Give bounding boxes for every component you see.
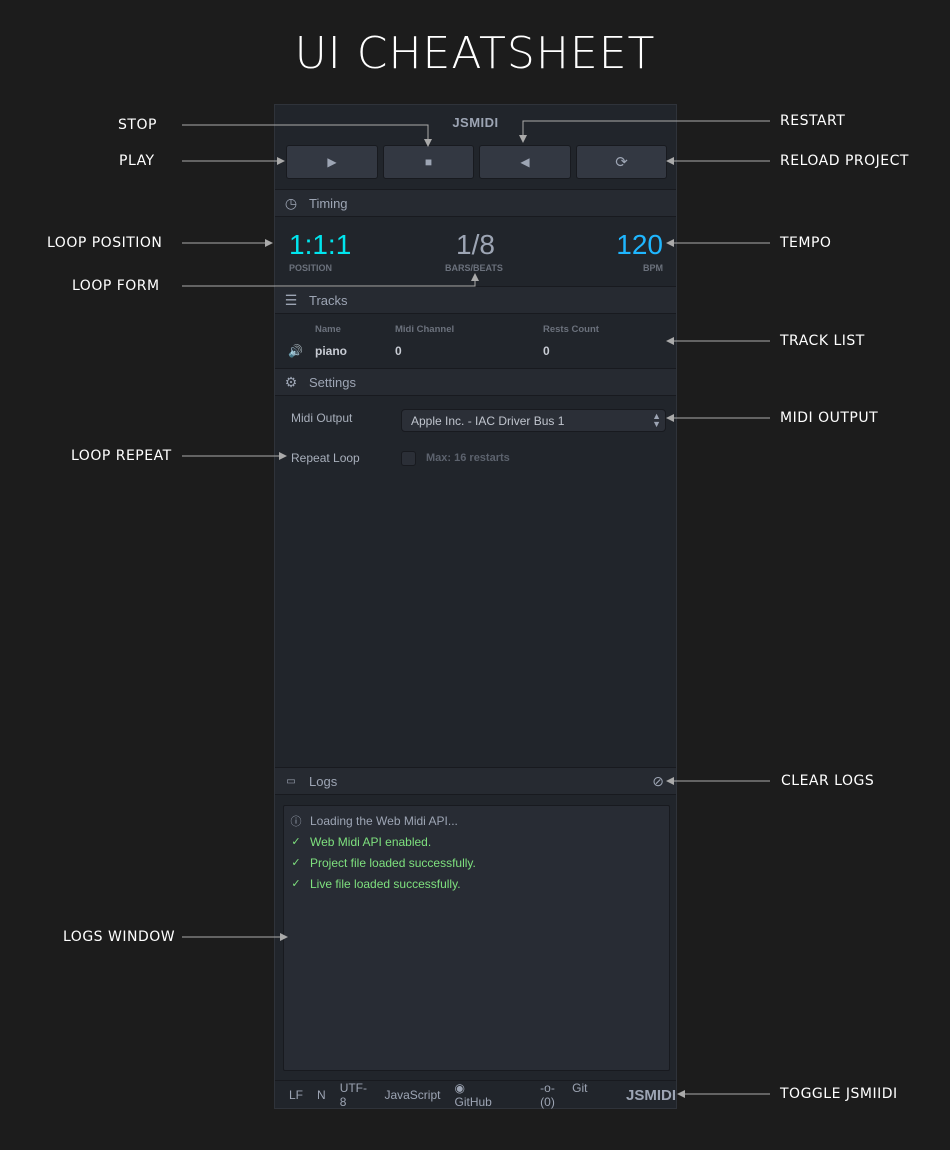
settings-title: Settings: [309, 374, 356, 390]
annotation-track-list: TRACK LIST: [780, 333, 865, 349]
updown-icon: ▲ ▼: [652, 411, 661, 429]
log-entry: ✓ Live file loaded successfully.: [290, 873, 663, 894]
repeat-loop-checkbox[interactable]: [401, 451, 416, 466]
annotation-toggle: TOGGLE JSMIIDI: [780, 1086, 898, 1102]
restart-button[interactable]: ◀: [479, 145, 571, 179]
log-entry: ✓ Project file loaded successfully.: [290, 852, 663, 873]
log-text: Project file loaded successfully.: [310, 855, 476, 870]
language-indicator[interactable]: JavaScript: [384, 1088, 440, 1102]
position-label: POSITION: [289, 263, 333, 273]
check-icon: ✓: [291, 857, 301, 869]
log-entry: ✓ Web Midi API enabled.: [290, 831, 663, 852]
annotation-loop-repeat: LOOP REPEAT: [71, 448, 172, 464]
github-icon: ◉: [454, 1081, 465, 1095]
loop-position: 1:1:1: [289, 229, 352, 260]
reload-icon: ⟳: [615, 154, 628, 171]
annotation-loop-form: LOOP FORM: [72, 278, 160, 294]
list-icon: ☰: [284, 291, 298, 308]
reload-project-button[interactable]: ⟳: [576, 145, 667, 179]
settings-header: ⚙ Settings: [275, 368, 676, 396]
bpm-label: BPM: [643, 263, 663, 273]
restart-icon: ◀: [520, 155, 530, 169]
clock-icon: ◷: [284, 194, 298, 211]
annotation-reload: RELOAD PROJECT: [780, 153, 909, 169]
play-button[interactable]: ▶: [286, 145, 378, 179]
tracks-title: Tracks: [309, 292, 348, 308]
log-text: Live file loaded successfully.: [310, 876, 461, 891]
annotation-tempo: TEMPO: [780, 235, 832, 251]
speaker-icon[interactable]: 🔊: [288, 344, 303, 358]
col-name: Name: [315, 324, 341, 335]
encoding-indicator[interactable]: UTF-8: [340, 1081, 371, 1109]
app-logo: JSMIDI: [452, 115, 499, 130]
terminal-icon: ▭: [286, 775, 296, 787]
n-indicator[interactable]: N: [317, 1088, 326, 1102]
annotation-loop-position: LOOP POSITION: [47, 235, 163, 251]
github-label: GitHub: [454, 1095, 492, 1109]
logs-title: Logs: [309, 773, 338, 789]
track-channel: 0: [395, 344, 402, 358]
stop-icon: ■: [424, 155, 433, 169]
tempo: 120: [616, 229, 663, 260]
midi-output-select[interactable]: Apple Inc. - IAC Driver Bus 1 ▲ ▼: [401, 409, 666, 432]
clear-logs-icon[interactable]: ⊘: [652, 773, 664, 790]
annotation-restart: RESTART: [780, 113, 846, 129]
annotation-clear-logs: CLEAR LOGS: [781, 773, 875, 789]
jsmidi-panel: JSMIDI ▶ ■ ◀ ⟳ ◷ Timing 1:1:1 POSITION 1/…: [274, 104, 677, 1109]
check-icon: ✓: [291, 878, 301, 890]
annotation-midi-output: MIDI OUTPUT: [780, 410, 879, 426]
annotation-logs-window: LOGS WINDOW: [63, 929, 176, 945]
github-button[interactable]: ◉ GitHub: [454, 1081, 526, 1109]
stop-button[interactable]: ■: [383, 145, 474, 179]
track-name: piano: [315, 344, 347, 358]
logs-header: ▭ Logs ⊘: [275, 767, 676, 795]
repeat-hint: Max: 16 restarts: [426, 452, 510, 464]
info-icon: ⓘ: [290, 815, 302, 828]
midi-output-label: Midi Output: [291, 411, 353, 425]
loop-form: 1/8: [456, 229, 495, 260]
git-commit-icon: -o-: [540, 1081, 555, 1095]
toggle-jsmidi-button[interactable]: JSMIDI: [626, 1087, 676, 1104]
gear-icon: ⚙: [284, 373, 298, 390]
git-button[interactable]: -o- Git (0): [540, 1081, 612, 1109]
midi-output-value: Apple Inc. - IAC Driver Bus 1: [411, 414, 565, 428]
annotation-play: PLAY: [119, 153, 155, 169]
track-rests: 0: [543, 344, 550, 358]
timing-header: ◷ Timing: [275, 189, 676, 217]
log-text: Loading the Web Midi API...: [310, 813, 458, 828]
tracks-header: ☰ Tracks: [275, 286, 676, 314]
logs-window[interactable]: ⓘ Loading the Web Midi API... ✓ Web Midi A…: [283, 805, 670, 1071]
annotation-stop: STOP: [118, 117, 157, 133]
timing-title: Timing: [309, 195, 348, 211]
bars-beats-label: BARS/BEATS: [445, 263, 503, 273]
col-rests-count: Rests Count: [543, 324, 599, 335]
log-entry: ⓘ Loading the Web Midi API...: [290, 810, 663, 831]
status-bar: LF N UTF-8 JavaScript ◉ GitHub -o- Git (…: [275, 1080, 676, 1109]
col-midi-channel: Midi Channel: [395, 324, 455, 335]
check-icon: ✓: [291, 836, 301, 848]
page-title: UI CHEATSHEET: [294, 28, 656, 79]
eol-indicator[interactable]: LF: [289, 1088, 303, 1102]
log-text: Web Midi API enabled.: [310, 834, 432, 849]
repeat-loop-label: Repeat Loop: [291, 451, 360, 465]
play-icon: ▶: [327, 155, 337, 169]
